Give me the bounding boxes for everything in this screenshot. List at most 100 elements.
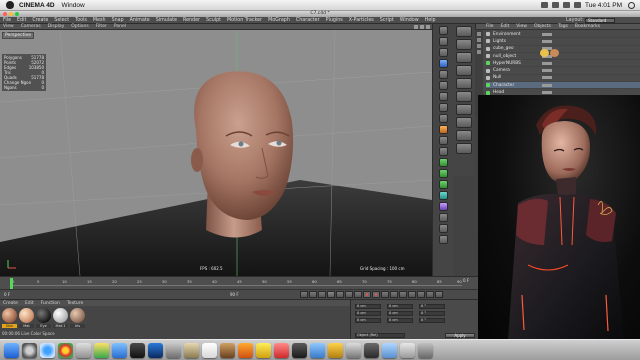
go-to-end-icon[interactable] (354, 291, 362, 298)
vlc-icon[interactable] (238, 343, 253, 358)
camera-object-icon[interactable] (438, 224, 448, 233)
om-menu-objects[interactable]: Objects (534, 24, 551, 29)
documents-stack-icon[interactable] (400, 343, 415, 358)
mm-menu-function[interactable]: Function (41, 301, 60, 306)
size-z-field[interactable]: 0 cm (387, 318, 413, 323)
next-frame-icon[interactable] (336, 291, 344, 298)
rotate-tool-icon[interactable] (438, 81, 448, 90)
object-row[interactable]: Camera (486, 67, 640, 75)
param-key-icon[interactable] (417, 291, 425, 298)
go-to-start-icon[interactable] (300, 291, 308, 298)
layout-select[interactable]: Standard (585, 17, 615, 23)
apple-icon[interactable] (6, 1, 14, 9)
menu-plugins[interactable]: Plugins (326, 18, 343, 23)
menu-animate[interactable]: Animate (130, 18, 150, 23)
finder-icon[interactable] (4, 343, 19, 358)
pla-key-icon[interactable] (426, 291, 434, 298)
structure-tab-icon[interactable] (477, 50, 481, 54)
menu-script[interactable]: Script (380, 18, 394, 23)
coordinate-mode-select[interactable]: Object (Rel) (355, 333, 405, 338)
menu-file[interactable]: File (3, 18, 11, 23)
menu-select[interactable]: Select (54, 18, 69, 23)
position-x-field[interactable]: 0 cm (355, 304, 381, 309)
vp-menu-cameras[interactable]: Cameras (21, 24, 41, 29)
material-swatch[interactable] (19, 308, 34, 323)
preview-icon[interactable] (166, 343, 181, 358)
material-label-selected[interactable]: Skin (2, 324, 17, 328)
coordinate-system-icon[interactable] (438, 125, 448, 134)
om-menu-file[interactable]: File (486, 24, 494, 29)
menu-window[interactable]: Window (400, 18, 419, 23)
menu-x-particles[interactable]: X-Particles (349, 18, 374, 23)
rotation-key-icon[interactable] (399, 291, 407, 298)
calendar-icon[interactable] (202, 343, 217, 358)
snap-icon[interactable] (456, 104, 472, 115)
takes-tab-icon[interactable] (477, 38, 481, 42)
model-mode-icon[interactable] (456, 65, 472, 76)
drive-icon[interactable] (94, 343, 109, 358)
y-axis-lock-icon[interactable] (438, 103, 448, 112)
apply-button[interactable]: Apply (445, 333, 475, 338)
rotation-h-field[interactable]: 0 ° (419, 304, 445, 309)
move-tool-icon[interactable] (438, 59, 448, 68)
om-menu-view[interactable]: View (516, 24, 527, 29)
object-flags[interactable] (542, 69, 552, 73)
material-label[interactable]: Eye (36, 324, 51, 328)
downloads-stack-icon[interactable] (382, 343, 397, 358)
material-swatch-eye[interactable] (36, 308, 51, 323)
om-menu-tags[interactable]: Tags (558, 24, 568, 29)
rotation-b-field[interactable]: 0 ° (419, 318, 445, 323)
appstore-icon[interactable] (112, 343, 127, 358)
pen-spline-icon[interactable] (438, 169, 448, 178)
zoom-window-button[interactable] (15, 12, 19, 16)
sculpt-icon[interactable] (456, 143, 472, 154)
vp-menu-display[interactable]: Display (48, 24, 65, 29)
stickies-icon[interactable] (256, 343, 271, 358)
material-tag-icon[interactable] (550, 49, 559, 57)
render-picture-viewer-icon[interactable] (438, 147, 448, 156)
mm-menu-edit[interactable]: Edit (25, 301, 34, 306)
floor-object-icon[interactable] (438, 213, 448, 222)
polygons-mode-icon[interactable] (456, 52, 472, 63)
menu-mesh[interactable]: Mesh (93, 18, 106, 23)
texture-mode-icon[interactable] (456, 78, 472, 89)
render-view-icon[interactable] (438, 136, 448, 145)
frame-start-field[interactable]: 0 F (4, 292, 10, 297)
perspective-viewport[interactable]: Perspective Polygons 51778 Points 52072 Ed… (0, 30, 432, 276)
timeline-menu-icon[interactable] (435, 291, 443, 298)
material-label[interactable]: Mat (19, 324, 34, 328)
scale-view-icon[interactable] (420, 25, 424, 29)
menu-tools[interactable]: Tools (75, 18, 87, 23)
position-key-icon[interactable] (390, 291, 398, 298)
keyframe-selection-icon[interactable] (381, 291, 389, 298)
scale-tool-icon[interactable] (438, 70, 448, 79)
content-browser-icon[interactable] (477, 44, 481, 48)
record-keys-icon[interactable] (363, 291, 371, 298)
menu-snap[interactable]: Snap (112, 18, 124, 23)
status-tray-icon[interactable] (541, 2, 549, 8)
notes-icon[interactable] (184, 343, 199, 358)
minimize-window-button[interactable] (9, 12, 13, 16)
material-swatch-iris[interactable] (70, 308, 85, 323)
object-row[interactable]: Lights (486, 38, 640, 46)
object-row[interactable]: null_object (486, 53, 640, 61)
viewport-camera-label[interactable]: Perspective (2, 32, 35, 39)
material-swatch-skin[interactable] (2, 308, 17, 323)
mail-icon[interactable] (76, 343, 91, 358)
battery-icon[interactable] (574, 2, 582, 8)
material-label[interactable]: Mat.1 (53, 324, 68, 328)
size-x-field[interactable]: 0 cm (387, 304, 413, 309)
vp-menu-options[interactable]: Options (71, 24, 88, 29)
radioactive-app-icon[interactable] (328, 343, 343, 358)
steam-icon[interactable] (364, 343, 379, 358)
object-flags[interactable] (542, 76, 552, 80)
vp-menu-panel[interactable]: Panel (114, 24, 126, 29)
vp-menu-view[interactable]: View (3, 24, 14, 29)
photoshop-icon[interactable] (148, 343, 163, 358)
volume-icon[interactable] (563, 2, 571, 8)
mac-app-name[interactable]: CINEMA 4D (19, 2, 55, 9)
edges-mode-icon[interactable] (456, 39, 472, 50)
menu-character[interactable]: Character (296, 18, 320, 23)
mm-menu-texture[interactable]: Texture (67, 301, 83, 306)
menu-create[interactable]: Create (32, 18, 48, 23)
